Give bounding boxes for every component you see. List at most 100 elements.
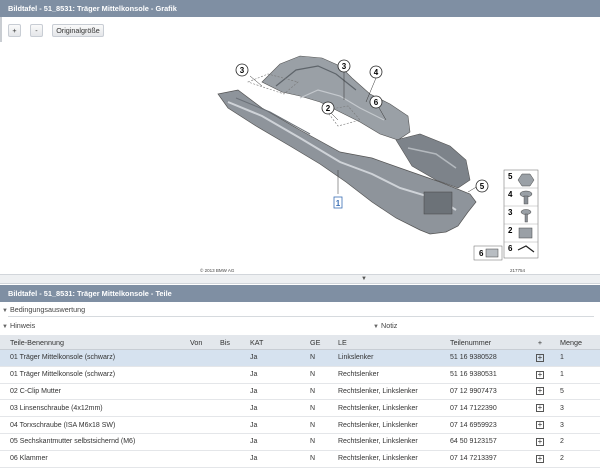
graphic-toolbar: + - Originalgröße (0, 22, 600, 40)
svg-text:5: 5 (480, 182, 485, 191)
kat-cell: Ja (240, 433, 300, 451)
panel-splitter[interactable]: ▼ (0, 274, 600, 284)
graphic-panel-header: Bildtafel - 51_8531: Träger Mittelkonsol… (0, 0, 600, 17)
callout-1[interactable]: 1 (333, 196, 343, 209)
parts-panel-header: Bildtafel - 51_8531: Träger Mittelkonsol… (0, 285, 600, 302)
part-number-cell: 51 16 9380528 (440, 349, 530, 367)
console-illustration: 3 3 4 2 6 1 5 5 4 3 2 6 6 (217, 55, 539, 261)
quantity-cell: 2 (550, 433, 600, 451)
table-row[interactable]: 01 Träger Mittelkonsole (schwarz) Ja N Rech… (0, 366, 600, 384)
svg-text:4: 4 (508, 190, 513, 199)
add-cell: + (530, 349, 550, 367)
col-header-part-number[interactable]: Teilenummer (440, 335, 530, 350)
part-name-cell: 03 Linsenschraube (4x12mm) (0, 399, 180, 418)
svg-text:3: 3 (342, 62, 347, 71)
add-to-cart-button[interactable]: + (536, 454, 544, 463)
bis-cell (210, 399, 240, 418)
svg-text:4: 4 (374, 68, 379, 77)
callout-6[interactable]: 6 (369, 95, 383, 109)
bis-cell (210, 433, 240, 451)
quantity-cell: 3 (550, 399, 600, 418)
collapse-arrow-icon[interactable]: ▼ (361, 275, 367, 283)
add-cell: + (530, 399, 550, 418)
callout-3a[interactable]: 3 (235, 63, 249, 77)
bis-cell (210, 450, 240, 468)
conditions-section[interactable]: ▼ Bedingungsauswertung (0, 304, 600, 316)
col-header-ge[interactable]: GE (300, 335, 328, 350)
hint-section[interactable]: ▼ Hinweis (0, 320, 600, 332)
fastener-legend: 5 4 3 2 6 (503, 169, 539, 259)
add-to-cart-button[interactable]: + (536, 387, 544, 396)
von-cell (180, 383, 210, 401)
von-cell (180, 399, 210, 418)
callout-5[interactable]: 5 (475, 179, 489, 193)
callout-4[interactable]: 4 (369, 65, 383, 79)
von-cell (180, 349, 210, 367)
add-to-cart-button[interactable]: + (536, 437, 544, 446)
leader-line (249, 75, 263, 87)
add-to-cart-button[interactable]: + (536, 370, 544, 379)
col-header-add[interactable]: + (530, 335, 550, 350)
quantity-cell: 3 (550, 416, 600, 434)
svg-text:2: 2 (508, 226, 513, 235)
von-cell (180, 433, 210, 451)
bis-cell (210, 383, 240, 401)
parts-table: Teile-Benennung Von Bis KAT GE LE Teilen… (0, 335, 600, 468)
kat-cell: Ja (240, 450, 300, 468)
svg-text:6: 6 (374, 98, 379, 107)
kat-cell: Ja (240, 349, 300, 367)
ge-cell: N (300, 399, 328, 418)
note-section[interactable]: ▼ Notiz (371, 320, 471, 332)
quantity-cell: 1 (550, 366, 600, 384)
table-row[interactable]: 05 Sechskantmutter selbstsichernd (M6) Ja… (0, 433, 600, 451)
bis-cell (210, 416, 240, 434)
svg-text:2: 2 (326, 104, 331, 113)
add-to-cart-button[interactable]: + (536, 421, 544, 430)
col-header-name[interactable]: Teile-Benennung (0, 335, 180, 350)
quantity-cell: 2 (550, 450, 600, 468)
table-row[interactable]: 06 Klammer Ja N Rechtslenker, Linkslenker 07… (0, 450, 600, 468)
part-number-cell: 64 50 9123157 (440, 433, 530, 451)
ge-cell: N (300, 366, 328, 384)
bis-cell (210, 349, 240, 367)
part-number-cell: 51 16 9380531 (440, 366, 530, 384)
col-header-le[interactable]: LE (328, 335, 440, 350)
col-header-von[interactable]: Von (180, 335, 210, 350)
svg-text:1: 1 (336, 199, 341, 208)
le-cell: Rechtslenker, Linkslenker (328, 399, 440, 418)
ge-cell: N (300, 433, 328, 451)
table-header-row: Teile-Benennung Von Bis KAT GE LE Teilen… (0, 335, 600, 350)
add-to-cart-button[interactable]: + (536, 404, 544, 413)
table-row[interactable]: 01 Träger Mittelkonsole (schwarz) Ja N Link… (0, 349, 600, 367)
divider (8, 316, 594, 317)
part-name-cell: 02 C-Clip Mutter (0, 383, 180, 401)
col-header-kat[interactable]: KAT (240, 335, 300, 350)
le-cell: Rechtslenker (328, 366, 440, 384)
legend-clip-closeup: 6 (473, 245, 503, 261)
von-cell (180, 366, 210, 384)
part-name-cell: 05 Sechskantmutter selbstsichernd (M6) (0, 433, 180, 451)
col-header-quantity[interactable]: Menge (550, 335, 600, 350)
zoom-in-button[interactable]: + (8, 24, 21, 37)
ge-cell: N (300, 383, 328, 401)
part-number-cell: 07 14 6959923 (440, 416, 530, 434)
svg-text:3: 3 (508, 208, 513, 217)
kat-cell: Ja (240, 366, 300, 384)
zoom-out-button[interactable]: - (30, 24, 43, 37)
le-cell: Rechtslenker, Linkslenker (328, 450, 440, 468)
original-size-button[interactable]: Originalgröße (52, 24, 104, 37)
col-header-bis[interactable]: Bis (210, 335, 240, 350)
add-to-cart-button[interactable]: + (536, 353, 544, 362)
kat-cell: Ja (240, 416, 300, 434)
parts-panel-title: Bildtafel - 51_8531: Träger Mittelkonsol… (8, 289, 172, 298)
parts-diagram[interactable]: 3 3 4 2 6 1 5 5 4 3 2 6 6 (0, 42, 600, 274)
add-cell: + (530, 450, 550, 468)
table-row[interactable]: 04 Torxschraube (ISA M6x18 SW) Ja N Rechtsl… (0, 416, 600, 434)
callout-2[interactable]: 2 (321, 101, 335, 115)
add-cell: + (530, 416, 550, 434)
table-row[interactable]: 02 C-Clip Mutter Ja N Rechtslenker, Linksle… (0, 383, 600, 401)
callout-3b[interactable]: 3 (337, 59, 351, 73)
svg-text:6: 6 (508, 244, 513, 253)
table-row[interactable]: 03 Linsenschraube (4x12mm) Ja N Rechtslenke… (0, 399, 600, 418)
le-cell: Rechtslenker, Linkslenker (328, 383, 440, 401)
